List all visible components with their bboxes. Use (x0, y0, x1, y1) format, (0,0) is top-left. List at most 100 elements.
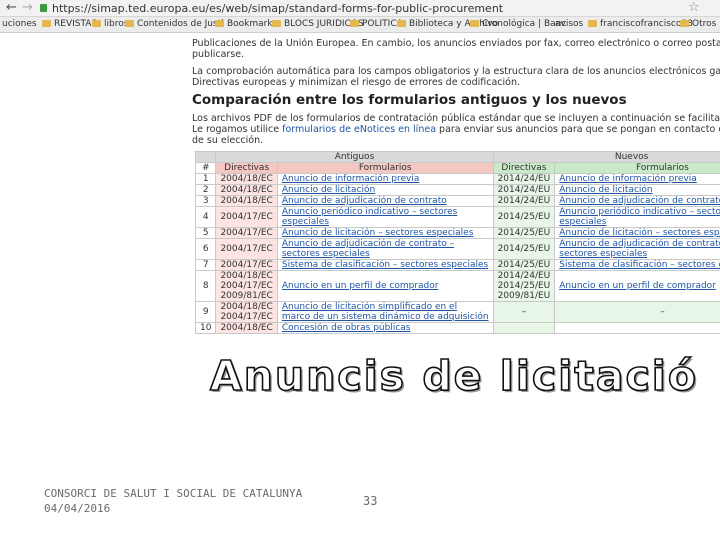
table-row: 5 2004/17/EC Anuncio de licitación – secto… (194, 227, 720, 239)
bookmark-item[interactable]: uciones (2, 19, 37, 29)
old-directive-cell: 2004/18/EC (215, 184, 278, 196)
old-form-link[interactable]: Anuncio de licitación – sectores especia… (276, 227, 494, 239)
new-directive-cell: 2014/25/EU (492, 238, 556, 260)
new-form-link[interactable]: Anuncio de adjudicación de contrato (554, 195, 720, 207)
row-number: 8 (194, 270, 217, 302)
paragraph-line: Le rogamos utilice formularios de eNotic… (192, 124, 720, 135)
row-number: 9 (194, 301, 217, 323)
forward-arrow-icon[interactable]: → (22, 0, 33, 15)
old-form-link[interactable]: Anuncio de adjudicación de contrato (276, 195, 494, 207)
row-number: 5 (194, 227, 217, 239)
bookmarks-bar: uciones REVISTAS libros Contenidos de Ju… (0, 17, 720, 33)
new-form-link[interactable]: Sistema de clasificación – sectores espe… (554, 259, 720, 271)
table-group-header-row: Antiguos Nuevos (194, 151, 720, 163)
cell-text: 2 (202, 185, 209, 195)
new-form-link[interactable]: Anuncio de licitación (554, 184, 720, 196)
folder-icon (215, 20, 224, 27)
header-number: # (194, 162, 217, 174)
new-form-link[interactable]: Anuncio periódico indicativo – sectores e… (554, 206, 720, 228)
table-row: 4 2004/17/EC Anuncio periódico indicativo … (194, 206, 720, 228)
cell-text: 2004/18/EC (220, 323, 273, 333)
row-number: 2 (194, 184, 217, 196)
slide-page-number: 33 (363, 494, 378, 508)
old-form-link[interactable]: Anuncio periódico indicativo – sectores e… (276, 206, 494, 228)
cell-text: 6 (202, 244, 209, 254)
paragraph-line: Directivas europeas y minimizan el riesg… (192, 77, 521, 88)
new-form-link[interactable]: Anuncio de adjudicación de contrato – sec… (554, 238, 720, 260)
bookmark-item[interactable]: Cronológica | Banc (470, 19, 566, 29)
bookmark-item[interactable]: franciscofrancisco88 (588, 19, 693, 29)
bookmark-item[interactable]: libros (92, 19, 128, 29)
group-header-old: Antiguos (215, 151, 494, 163)
old-form-link[interactable]: Concesión de obras públicas (276, 322, 494, 334)
old-form-link[interactable]: Anuncio en un perfil de comprador (276, 270, 494, 302)
cell-text: Anuncio periódico indicativo – sectores (281, 207, 458, 218)
cell-text: Anuncio de adjudicación de contrato (281, 196, 447, 206)
folder-icon (42, 20, 51, 27)
new-form-link[interactable]: Anuncio en un perfil de comprador (554, 270, 720, 302)
old-form-link[interactable]: Anuncio de licitación simplificado en el… (276, 301, 494, 323)
table-row: 7 2004/17/EC Sistema de clasificación – se… (194, 259, 720, 271)
old-directive-cell: 2004/18/EC 2004/17/EC 2009/81/EC (215, 270, 278, 302)
cell-text: 2014/25/EU (497, 228, 551, 238)
cell-text: Anuncio en un perfil de comprador (281, 281, 439, 291)
new-directive-cell: 2014/25/EU (492, 206, 556, 228)
bookmark-star-icon[interactable]: ☆ (688, 0, 700, 15)
row-number: 10 (194, 322, 217, 334)
new-form-link (554, 322, 720, 334)
address-bar[interactable]: ← → https://simap.ted.europa.eu/es/web/s… (0, 0, 720, 17)
lock-icon (40, 4, 47, 12)
paragraph-text: para enviar sus anuncios para que se pon… (439, 124, 720, 135)
bookmark-item[interactable]: Otros (680, 19, 716, 29)
bookmark-item[interactable]: REVISTAS (42, 19, 97, 29)
enotices-link[interactable]: formularios de eNotices en línea (282, 124, 436, 135)
url-text[interactable]: https://simap.ted.europa.eu/es/web/simap… (52, 2, 503, 15)
forms-comparison-table: Antiguos Nuevos # Directivas Formularios… (194, 151, 720, 334)
old-form-link[interactable]: Sistema de clasificación – sectores espe… (276, 259, 494, 271)
paragraph-line: Los archivos PDF de los formularios de c… (192, 113, 720, 124)
cell-text: Anuncio de licitación – sectores especia… (559, 228, 720, 238)
cell-text: Anuncio de adjudicación de contrato – (281, 239, 455, 250)
cell-text: Anuncio de licitación simplificado en el (281, 302, 458, 313)
old-directive-cell: 2004/17/EC (215, 238, 278, 260)
bookmark-item[interactable]: Bookmarks (215, 19, 277, 29)
header-directivas-new: Directivas (492, 162, 556, 174)
old-directive-cell: 2004/18/EC 2004/17/EC (215, 301, 278, 323)
row-number: 6 (194, 238, 217, 260)
footer-date: 04/04/2016 (44, 502, 111, 515)
bookmark-item[interactable]: avisos (555, 19, 583, 29)
cell-text: 7 (202, 260, 209, 270)
folder-icon (680, 20, 689, 27)
back-arrow-icon[interactable]: ← (6, 0, 17, 15)
folder-icon (350, 20, 359, 27)
new-form-link: – (554, 301, 720, 323)
bookmark-item[interactable]: Contenidos de Justi (125, 19, 224, 29)
cell-text: Anuncio de licitación – sectores especia… (281, 228, 474, 238)
cell-text: 2014/24/EU (497, 196, 551, 206)
footer-organization: CONSORCI DE SALUT I SOCIAL DE CATALUNYA (44, 487, 303, 500)
old-form-link[interactable]: Anuncio de adjudicación de contrato – sec… (276, 238, 494, 260)
empty-header-cell (194, 151, 217, 163)
cell-text: 2014/25/EU (497, 212, 551, 222)
bookmark-item[interactable]: POLITICA (350, 19, 403, 29)
new-directive-cell: – (492, 301, 556, 323)
cell-text: Anuncio de información previa (281, 174, 420, 184)
cell-text: sectores especiales (559, 249, 648, 259)
cell-text: 2014/25/EU (497, 244, 551, 254)
cell-text: 10 (200, 323, 212, 333)
new-form-link[interactable]: Anuncio de licitación – sectores especia… (554, 227, 720, 239)
cell-text: – (521, 307, 527, 317)
old-form-link[interactable]: Anuncio de información previa (276, 173, 494, 185)
table-body: 1 2004/18/EC Anuncio de información previa… (194, 173, 720, 334)
new-directive-cell: 2014/25/EU (492, 227, 556, 239)
cell-text: 2014/24/EU (497, 174, 551, 184)
cell-text: Anuncio de adjudicación de contrato – (559, 239, 720, 250)
table-row: 2 2004/18/EC Anuncio de licitación 2014/24/… (194, 184, 720, 196)
cell-text: marco de un sistema dinámico de adquisic… (281, 312, 489, 322)
cell-text: 1 (202, 174, 209, 184)
new-form-link[interactable]: Anuncio de información previa (554, 173, 720, 185)
old-form-link[interactable]: Anuncio de licitación (276, 184, 494, 196)
header-formularios-old: Formularios (276, 162, 494, 174)
folder-icon (92, 20, 101, 27)
cell-text: 2004/18/EC (220, 185, 273, 195)
